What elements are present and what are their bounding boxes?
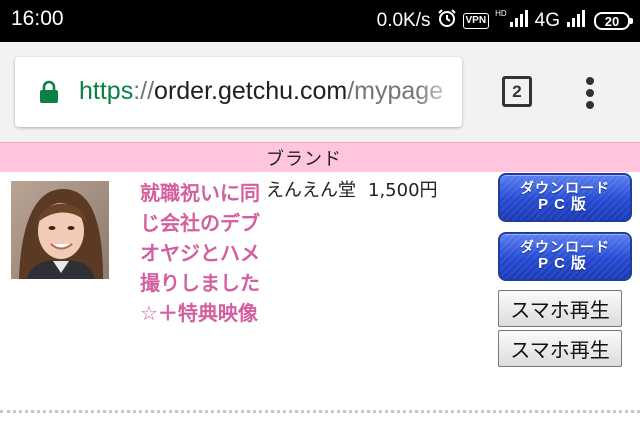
signal-icon-secondary [566, 8, 588, 34]
dotted-divider [0, 410, 640, 413]
download-pc-button-1[interactable]: ダウンロード PC版 [498, 173, 632, 222]
brand-name[interactable]: えんえん堂 [266, 180, 356, 201]
status-indicators: 0.0K/s VPN HD 4G 20 [376, 6, 633, 36]
download-button-sublabel: PC版 [538, 255, 592, 272]
address-bar[interactable]: https://order.getchu.com/mypage [15, 57, 462, 127]
download-pc-button-2[interactable]: ダウンロード PC版 [498, 232, 632, 281]
battery-level: 20 [604, 13, 620, 29]
download-button-sublabel: PC版 [538, 196, 592, 213]
url-separator: :// [133, 77, 155, 105]
network-type: 4G [534, 10, 560, 31]
tab-count: 2 [512, 81, 522, 101]
browser-toolbar: https://order.getchu.com/mypage 2 [0, 42, 640, 142]
download-button-label: ダウンロード [520, 180, 610, 196]
brand-header-row: ブランド [0, 142, 640, 172]
brand-price-cell: えんえん堂 1,500円 [266, 176, 438, 202]
smartphone-play-button-1[interactable]: スマホ再生 [498, 290, 622, 327]
url-host: order.getchu.com [154, 77, 348, 105]
overflow-menu-icon[interactable] [580, 76, 600, 110]
network-speed: 0.0K/s [376, 10, 431, 31]
product-thumbnail[interactable] [11, 181, 109, 279]
page-content: ブランド 就職祝いに同じ会社のデブオヤジとハメ撮りしました☆＋特典映像 えんえん… [0, 142, 640, 424]
vpn-badge: VPN [462, 13, 490, 29]
product-title-link[interactable]: 就職祝いに同じ会社のデブオヤジとハメ撮りしました☆＋特典映像 [140, 178, 260, 328]
status-bar: 16:00 0.0K/s VPN HD 4G 20 [0, 0, 640, 42]
battery-icon: 20 [594, 12, 633, 30]
download-button-label: ダウンロード [520, 239, 610, 255]
signal-icon [509, 8, 529, 34]
url-text[interactable]: https://order.getchu.com/mypage [79, 76, 462, 106]
status-time: 16:00 [11, 7, 64, 30]
hd-label: HD [495, 9, 507, 18]
alarm-icon [437, 8, 457, 34]
price: 1,500円 [368, 180, 438, 201]
smartphone-play-button-2[interactable]: スマホ再生 [498, 330, 622, 367]
lock-icon [39, 80, 59, 108]
brand-column-header: ブランド [266, 149, 342, 170]
tab-switcher-button[interactable]: 2 [502, 76, 532, 107]
url-scheme: https [79, 77, 134, 105]
url-path: /mypage [347, 77, 444, 105]
